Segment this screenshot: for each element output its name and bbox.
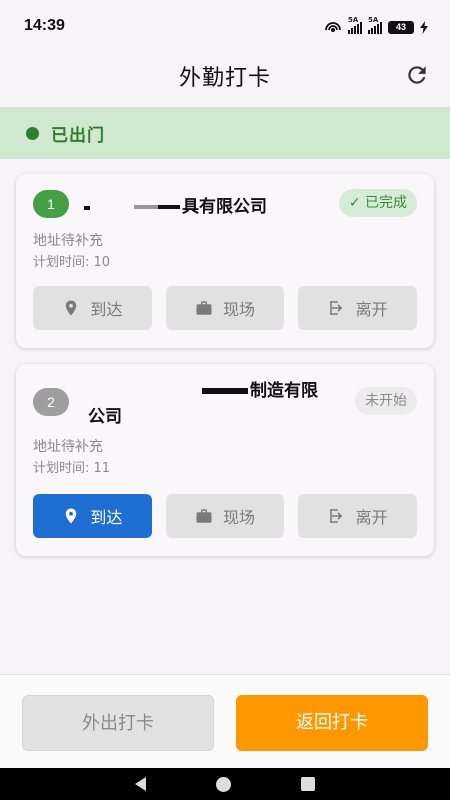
arrive-button[interactable]: 到达 (33, 286, 152, 330)
action-row: 到达 现场 离开 (33, 286, 418, 330)
redaction-mark (202, 388, 248, 394)
charging-icon (420, 20, 428, 34)
plan-time-text: 计划时间: 11 (33, 461, 111, 476)
header: 外勤打卡 (0, 52, 450, 102)
leave-label: 离开 (355, 508, 388, 527)
nav-back-icon[interactable] (135, 777, 146, 791)
location-pin-icon (66, 300, 77, 316)
task-number-badge: 2 (33, 388, 69, 416)
location-pin-icon (66, 508, 77, 524)
status-icons: 5A 5A 43 (324, 16, 428, 37)
leave-button[interactable]: 离开 (298, 286, 418, 330)
status-banner: 已出门 (0, 107, 450, 159)
status-tag-completed: ✓ 已完成 (338, 189, 417, 217)
address-text: 地址待补充 (33, 439, 103, 455)
refresh-icon (408, 66, 426, 84)
battery-icon: 43 (388, 20, 414, 34)
status-bar: 14:39 5A 5A 43 (0, 0, 450, 52)
task-card-2[interactable]: 2 制造有限 公司 未开始 地址待补充 计划时间: 11 到达 现场 离开 (16, 364, 434, 556)
task-number-badge: 1 (33, 190, 69, 218)
arrive-button[interactable]: 到达 (33, 494, 152, 538)
exit-icon (329, 301, 342, 315)
company-name-line-2: 公司 (88, 407, 122, 427)
status-dot (26, 126, 39, 140)
system-nav-bar (0, 768, 450, 800)
page-title: 外勤打卡 (178, 66, 271, 91)
company-name: 具有限公司 (182, 197, 267, 217)
leave-button[interactable]: 离开 (298, 494, 418, 538)
refresh-button[interactable] (404, 62, 430, 88)
redaction-mark (84, 206, 90, 210)
signal-icon-2: 5A (368, 16, 382, 34)
company-name-line-1: 制造有限 (250, 381, 318, 401)
status-label: 已出门 (51, 125, 105, 146)
status-time: 14:39 (24, 17, 65, 34)
address-text: 地址待补充 (33, 233, 103, 249)
onsite-button[interactable]: 现场 (165, 494, 285, 538)
signal-icon-1: 5A (348, 16, 362, 34)
task-card-1[interactable]: 1 具有限公司 ✓ 已完成 地址待补充 计划时间: 10 到达 现场 离开 (16, 174, 434, 348)
leave-label: 离开 (355, 300, 388, 319)
return-checkin-button[interactable]: 返回打卡 (236, 695, 428, 751)
go-out-checkin-button[interactable]: 外出打卡 (22, 695, 214, 751)
status-tag-not-started: 未开始 (355, 387, 417, 415)
onsite-label: 现场 (223, 508, 256, 527)
arrive-label: 到达 (90, 300, 123, 319)
hotspot-icon (325, 22, 341, 32)
redaction-mark (158, 205, 180, 209)
exit-icon (329, 509, 342, 523)
bottom-action-bar: 外出打卡 返回打卡 (0, 674, 450, 768)
onsite-label: 现场 (223, 300, 256, 319)
arrive-label: 到达 (90, 508, 123, 527)
briefcase-icon (196, 509, 212, 523)
briefcase-icon (196, 301, 212, 315)
plan-time-text: 计划时间: 10 (33, 255, 111, 270)
nav-recents-icon[interactable] (301, 777, 315, 791)
action-row: 到达 现场 离开 (33, 494, 418, 538)
nav-home-icon[interactable] (216, 776, 231, 792)
onsite-button[interactable]: 现场 (165, 286, 285, 330)
